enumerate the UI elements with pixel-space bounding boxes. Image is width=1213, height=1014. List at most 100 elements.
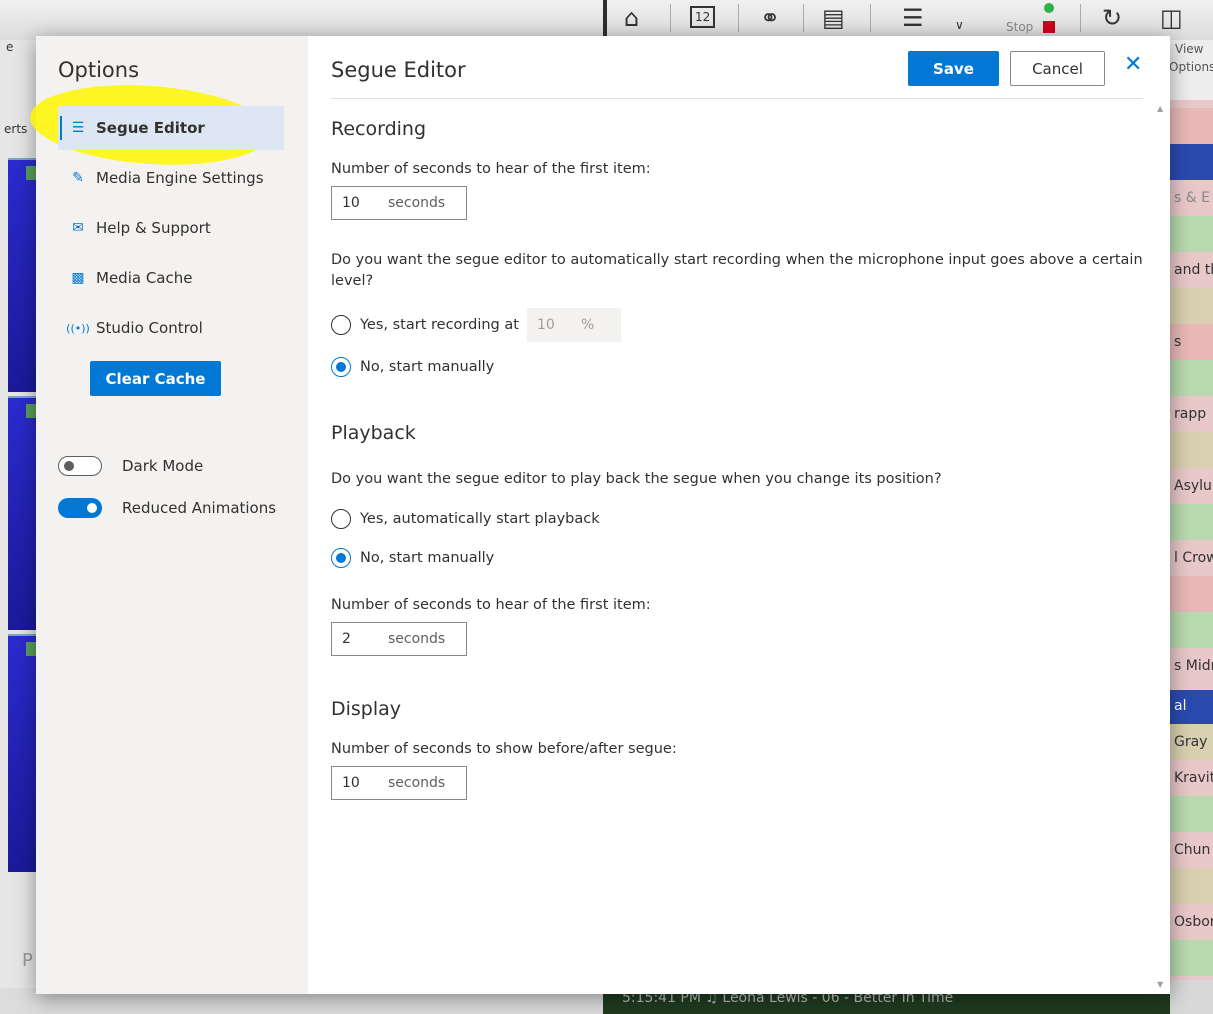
recording-heading: Recording (331, 118, 427, 140)
playlist-row (1170, 940, 1213, 976)
refresh-icon[interactable]: ↻ (1102, 4, 1122, 32)
toolbar-separator (738, 4, 739, 32)
playlist-row: s & E (1170, 180, 1213, 216)
toggle-knob (87, 503, 97, 513)
cache-icon: ▩ (71, 270, 85, 286)
playlist-row (1170, 504, 1213, 540)
background-text: P (22, 950, 33, 971)
playback-seconds-input[interactable]: 2 seconds (331, 622, 467, 656)
stop-icon[interactable] (1043, 21, 1055, 33)
background-text: erts (4, 122, 28, 136)
view-label: View (1175, 42, 1204, 56)
toolbar-separator (870, 4, 871, 32)
radio-button[interactable] (331, 509, 351, 529)
chevron-down-icon[interactable]: ∨ (955, 18, 964, 32)
radio-label: Yes, automatically start playback (360, 511, 600, 527)
playlist-row (1170, 144, 1213, 180)
background-right-header: View Options (1163, 40, 1213, 104)
headphones-icon[interactable]: ⚭ (760, 4, 780, 32)
document-icon[interactable]: ▤ (822, 4, 845, 32)
radio-label: No, start manually (360, 550, 495, 566)
nav-item-segue-editor[interactable]: ☰ Segue Editor (58, 106, 284, 150)
sidebar-title: Options (58, 58, 140, 82)
playback-question: Do you want the segue editor to play bac… (331, 471, 942, 487)
background-track-block (8, 396, 36, 630)
dark-mode-toggle[interactable] (58, 456, 102, 476)
scrollbar[interactable]: ▲ ▼ (1154, 100, 1170, 994)
nav-item-label: Media Engine Settings (96, 169, 264, 187)
stop-label: Stop (1006, 20, 1034, 34)
radio-button-selected[interactable] (331, 357, 351, 377)
background-marker (26, 404, 36, 418)
playlist-row (1170, 216, 1213, 252)
display-seconds-label: Number of seconds to show before/after s… (331, 741, 677, 757)
close-icon[interactable]: ✕ (1124, 52, 1142, 77)
scroll-down-icon[interactable]: ▼ (1157, 980, 1163, 989)
playlist-row: al (1170, 690, 1213, 724)
toggle-knob (64, 461, 74, 471)
playback-yes-option[interactable]: Yes, automatically start playback (331, 509, 600, 529)
playlist-row: Kravit (1170, 760, 1213, 796)
options-label: Options (1169, 60, 1213, 74)
nav-item-label: Studio Control (96, 319, 203, 337)
dark-mode-label: Dark Mode (122, 457, 204, 475)
scroll-up-icon[interactable]: ▲ (1157, 104, 1163, 113)
layout-icon[interactable]: ◫ (1160, 4, 1183, 32)
radio-button-selected[interactable] (331, 548, 351, 568)
playlist-row (1170, 796, 1213, 832)
playback-seconds-label: Number of seconds to hear of the first i… (331, 597, 651, 613)
auto-record-no-option[interactable]: No, start manually (331, 357, 494, 377)
status-indicator (1044, 3, 1054, 13)
toolbar-separator (803, 4, 804, 32)
nav-item-media-engine-settings[interactable]: ✎ Media Engine Settings (58, 156, 284, 200)
nav-item-help-support[interactable]: ✉ Help & Support (58, 206, 284, 250)
help-icon: ✉ (72, 220, 84, 236)
playlist-row: Asylum (1170, 468, 1213, 504)
header-divider (331, 98, 1143, 99)
clear-cache-button[interactable]: Clear Cache (90, 361, 221, 396)
playlist-row: s (1170, 324, 1213, 360)
playlist-row (1170, 108, 1213, 144)
reduced-animations-toggle[interactable] (58, 498, 102, 518)
playlist-row (1170, 288, 1213, 324)
reduced-animations-label: Reduced Animations (122, 499, 277, 517)
input-value: 2 (342, 631, 351, 647)
recording-seconds-input[interactable]: 10 seconds (331, 186, 467, 220)
nav-item-label: Segue Editor (96, 119, 205, 137)
auto-record-yes-option[interactable]: Yes, start recording at 10 % (331, 308, 621, 342)
playlist-row (1170, 432, 1213, 468)
background-track-block (8, 634, 36, 872)
nav-item-studio-control[interactable]: ((•)) Studio Control (58, 306, 284, 350)
display-heading: Display (331, 698, 402, 720)
broadcast-icon: ((•)) (66, 321, 90, 335)
save-button[interactable]: Save (908, 51, 999, 86)
input-suffix: % (580, 317, 595, 333)
nav-item-label: Media Cache (96, 269, 193, 287)
cancel-button[interactable]: Cancel (1010, 51, 1105, 86)
playback-heading: Playback (331, 422, 416, 444)
input-value: 10 (536, 317, 555, 333)
nav-item-media-cache[interactable]: ▩ Media Cache (58, 256, 284, 300)
playlist-row (1170, 868, 1213, 904)
mixer-icon[interactable]: ☰ (902, 4, 924, 32)
playlist-row: s Midn (1170, 648, 1213, 684)
radio-button[interactable] (331, 315, 351, 335)
playlist-row: rapp (1170, 396, 1213, 432)
options-dialog: Options ☰ Segue Editor ✎ Media Engine Se… (27, 36, 1170, 994)
display-seconds-input[interactable]: 10 seconds (331, 766, 467, 800)
calendar-icon[interactable]: 12 (690, 6, 716, 28)
background-marker (26, 642, 36, 656)
input-value: 10 (342, 775, 360, 791)
input-value: 10 (342, 195, 360, 211)
background-text: e (6, 40, 14, 54)
input-suffix: seconds (388, 631, 446, 647)
record-level-input[interactable]: 10 % (526, 308, 621, 342)
toolbar-separator (670, 4, 671, 32)
playlist-row (1170, 612, 1213, 648)
pen-icon: ✎ (72, 170, 84, 186)
playback-no-option[interactable]: No, start manually (331, 548, 494, 568)
background-track-block (8, 158, 36, 392)
recording-seconds-label: Number of seconds to hear of the first i… (331, 161, 651, 177)
nav-item-label: Help & Support (96, 219, 211, 237)
home-icon[interactable]: ⌂ (624, 4, 639, 32)
